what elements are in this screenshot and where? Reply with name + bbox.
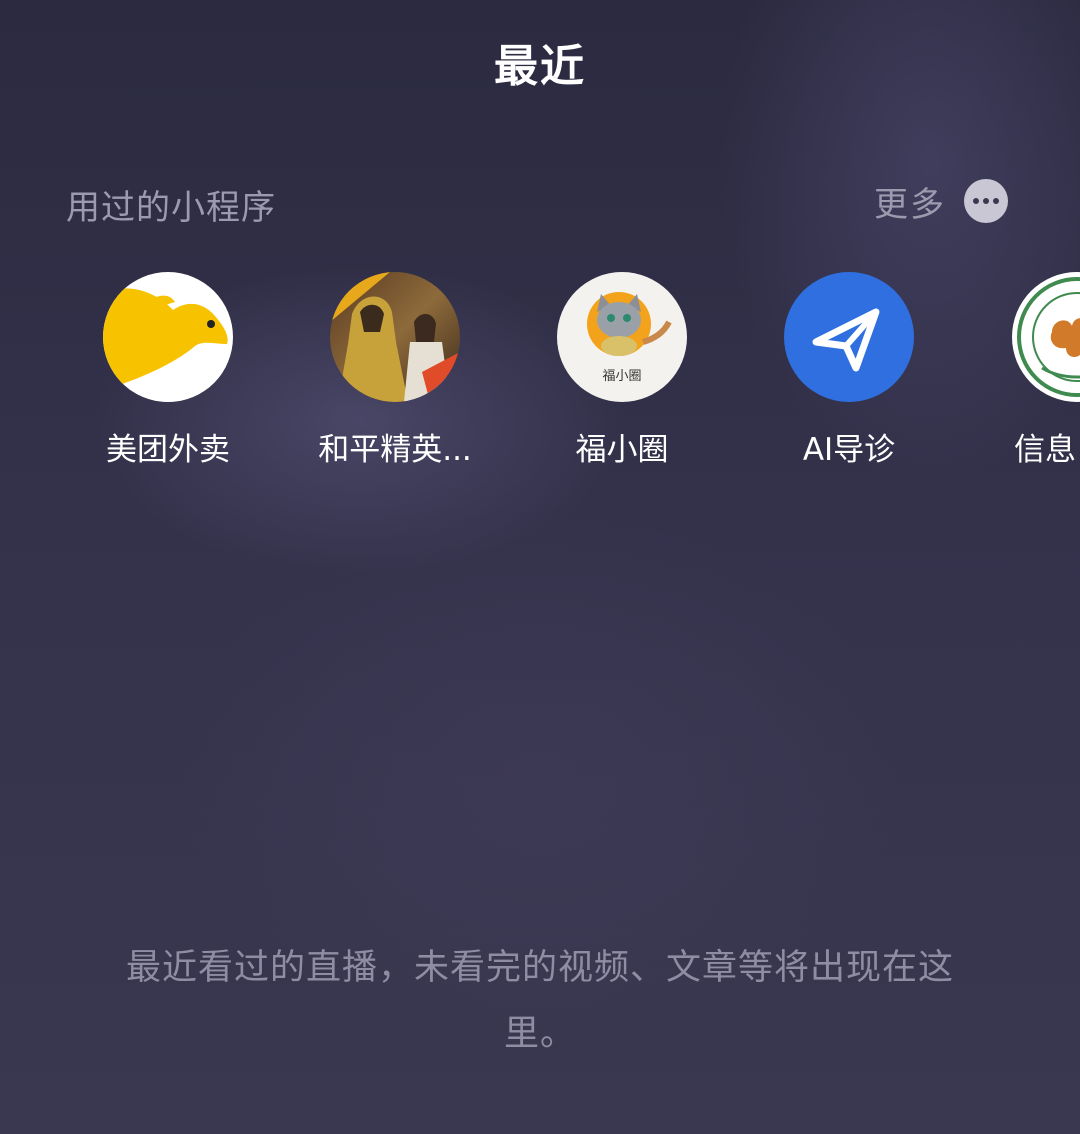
cat-logo-text: 福小圈: [602, 369, 641, 384]
app-label: 和平精英...: [318, 432, 472, 468]
meituan-kangaroo-icon: [103, 272, 233, 402]
cat-logo-icon: 福小圈: [557, 272, 687, 402]
app-label: 信息: [1014, 432, 1076, 468]
hospital-seal-icon: [1012, 272, 1080, 402]
more-label: 更多: [874, 184, 946, 225]
app-label: AI导诊: [802, 432, 896, 468]
mini-program-ai-guide[interactable]: AI导诊: [739, 272, 959, 469]
more-dots-icon: [964, 179, 1008, 223]
app-label: 美团外卖: [106, 432, 230, 468]
mini-program-info[interactable]: 信息: [1012, 272, 1080, 469]
mini-program-fuxiaoquan[interactable]: 福小圈 福小圈: [512, 272, 732, 469]
empty-state-message: 最近看过的直播，未看完的视频、文章等将出现在这里。: [125, 948, 954, 1054]
peace-elite-game-icon: [330, 272, 460, 402]
more-button[interactable]: 更多: [874, 178, 1008, 225]
app-label: 福小圈: [575, 432, 669, 468]
mini-program-meituan[interactable]: 美团外卖: [58, 272, 278, 469]
mini-program-peace-elite[interactable]: 和平精英...: [285, 272, 505, 469]
paper-plane-icon: [784, 272, 914, 402]
section-title-mini-programs: 用过的小程序: [66, 188, 276, 228]
page-title: 最近: [494, 41, 586, 92]
